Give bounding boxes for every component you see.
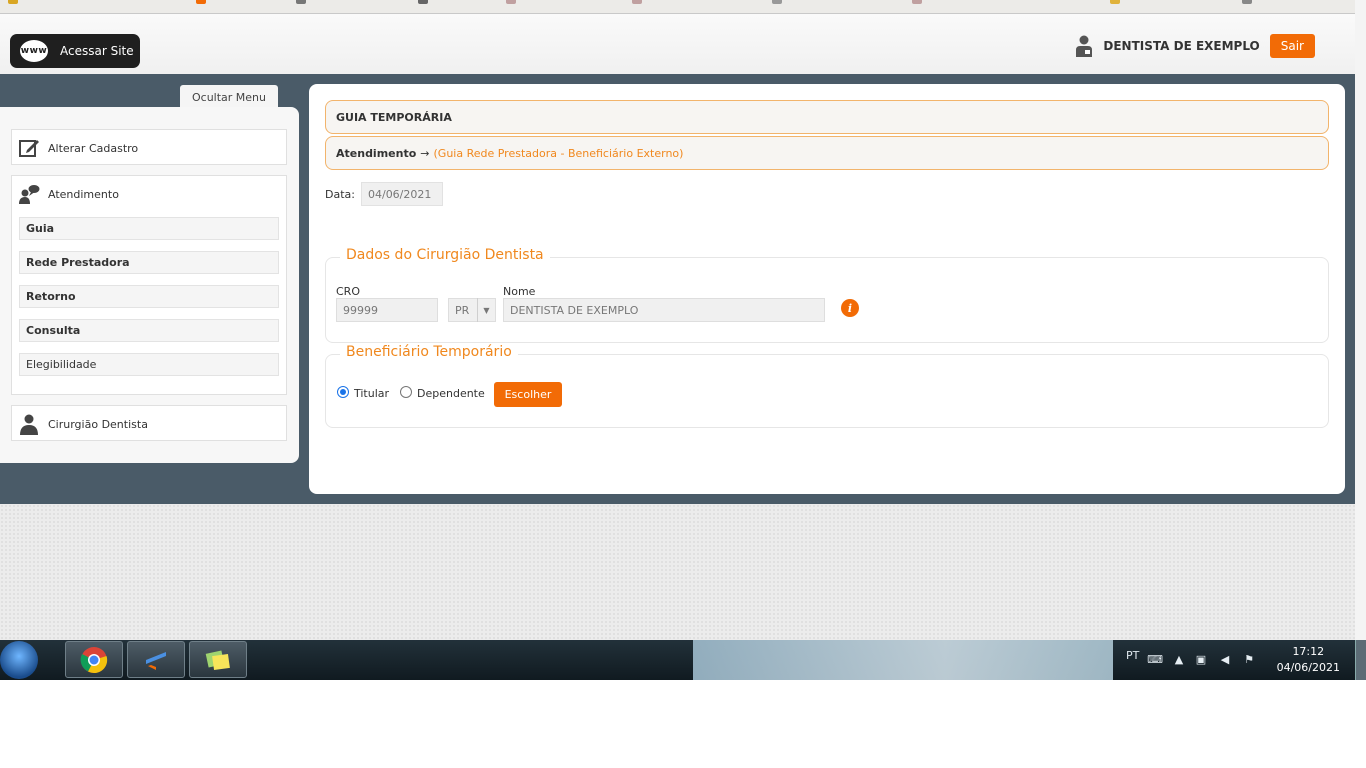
user-icon <box>1076 35 1093 57</box>
bookmark-icon[interactable] <box>632 0 642 4</box>
sidebar-subitem-return[interactable]: Retorno <box>19 285 279 308</box>
section-legend: Dados do Cirurgião Dentista <box>340 247 550 263</box>
date-row: Data: 04/06/2021 <box>325 182 443 206</box>
user-name: DENTISTA DE EXEMPLO <box>1103 39 1260 53</box>
bookmark-icon[interactable] <box>1110 0 1120 4</box>
info-icon[interactable]: i <box>841 299 859 317</box>
chrome-icon <box>80 646 108 673</box>
sidebar-item-label: Cirurgião Dentista <box>48 417 148 431</box>
keyboard-icon[interactable]: ⌨ <box>1147 652 1163 666</box>
bookmark-icon[interactable] <box>506 0 516 4</box>
page-title-bar: GUIA TEMPORÁRIA <box>325 100 1329 134</box>
bookmark-icon[interactable] <box>418 0 428 4</box>
date-label: Data: <box>325 187 355 201</box>
sidebar-subitem-network[interactable]: Rede Prestadora <box>19 251 279 274</box>
bookmark-icon[interactable] <box>912 0 922 4</box>
scrollbar[interactable] <box>1355 0 1366 680</box>
choose-button[interactable]: Escolher <box>494 382 562 407</box>
sidebar-item-dentist[interactable]: Cirurgião Dentista <box>11 405 287 441</box>
breadcrumb: Atendimento → (Guia Rede Prestadora - Be… <box>325 136 1329 170</box>
action-center-icon[interactable]: ⚑ <box>1242 652 1256 666</box>
state-select[interactable]: PR ▼ <box>448 298 496 322</box>
start-button[interactable] <box>0 641 38 679</box>
dentist-data-section: Dados do Cirurgião Dentista CRO 99999 PR… <box>325 247 1329 343</box>
taskbar-background-preview <box>693 640 1113 680</box>
access-site-button[interactable]: www Acessar Site <box>10 34 140 68</box>
state-value: PR <box>455 303 470 317</box>
cro-input[interactable]: 99999 <box>336 298 438 322</box>
holder-radio[interactable] <box>337 386 349 398</box>
bookmark-icon[interactable] <box>772 0 782 4</box>
edit-icon <box>19 140 39 157</box>
taskbar-notes[interactable] <box>189 641 247 678</box>
language-indicator[interactable]: PT <box>1126 649 1139 662</box>
sidebar-subitem-eligibility[interactable]: Elegibilidade <box>19 353 279 376</box>
show-desktop-button[interactable] <box>1355 640 1366 680</box>
sticky-notes-icon <box>205 649 230 670</box>
section-legend: Beneficiário Temporário <box>340 344 518 360</box>
bookmark-icon[interactable] <box>1242 0 1252 4</box>
clock-time: 17:12 <box>1292 645 1325 658</box>
code-editor-icon <box>146 651 166 670</box>
clock-date: 04/06/2021 <box>1276 661 1340 674</box>
main-panel: GUIA TEMPORÁRIA Atendimento → (Guia Rede… <box>309 84 1345 494</box>
hide-menu-tab[interactable]: Ocultar Menu <box>180 85 278 109</box>
dependent-radio[interactable] <box>400 386 412 398</box>
system-tray: PT ⌨ ▲ ▣ ◀ ⚑ 17:12 04/06/2021 <box>1106 640 1366 680</box>
globe-icon: www <box>20 40 48 62</box>
name-label: Nome <box>503 285 536 298</box>
sidebar-subitem-consultation[interactable]: Consulta <box>19 319 279 342</box>
sidebar-item-label: Alterar Cadastro <box>48 141 139 155</box>
cro-label: CRO <box>336 285 360 298</box>
beneficiary-section: Beneficiário Temporário Titular Dependen… <box>325 344 1329 428</box>
holder-label[interactable]: Titular <box>354 387 389 400</box>
name-input[interactable]: DENTISTA DE EXEMPLO <box>503 298 825 322</box>
logout-button[interactable]: Sair <box>1269 34 1315 58</box>
arrow-right-icon: → <box>420 146 430 160</box>
dependent-label[interactable]: Dependente <box>417 387 485 400</box>
sidebar: Alterar Cadastro Atendimento Guia Rede P… <box>0 107 299 463</box>
volume-icon[interactable]: ◀ <box>1218 652 1232 666</box>
bookmark-icon[interactable] <box>296 0 306 4</box>
page-footer-pattern <box>0 504 1355 640</box>
breadcrumb-detail: (Guia Rede Prestadora - Beneficiário Ext… <box>433 146 684 160</box>
bookmark-icon[interactable] <box>196 0 206 4</box>
network-icon[interactable]: ▣ <box>1194 652 1208 666</box>
chevron-up-icon[interactable]: ▲ <box>1172 652 1186 666</box>
user-area: DENTISTA DE EXEMPLO Sair <box>1075 34 1315 58</box>
taskbar-chrome[interactable] <box>65 641 123 678</box>
top-header: www Acessar Site DENTISTA DE EXEMPLO Sai… <box>0 14 1355 74</box>
bookmark-icon[interactable] <box>8 0 18 4</box>
clock[interactable]: 17:12 04/06/2021 <box>1277 644 1340 676</box>
page-title: GUIA TEMPORÁRIA <box>336 110 452 124</box>
chevron-down-icon[interactable]: ▼ <box>477 298 495 322</box>
date-field[interactable]: 04/06/2021 <box>360 182 443 206</box>
sidebar-item-edit-profile[interactable]: Alterar Cadastro <box>11 129 287 165</box>
access-site-label: Acessar Site <box>60 44 134 58</box>
chat-user-icon <box>19 185 40 204</box>
taskbar-sublime[interactable] <box>127 641 185 678</box>
os-taskbar: PT ⌨ ▲ ▣ ◀ ⚑ 17:12 04/06/2021 <box>0 640 1366 680</box>
breadcrumb-root: Atendimento <box>336 146 417 160</box>
bookmarks-bar <box>0 0 1355 14</box>
sidebar-item-service[interactable]: Atendimento <box>12 176 286 212</box>
sidebar-group-service: Atendimento Guia Rede Prestadora Retorno… <box>11 175 287 395</box>
sidebar-subitem-guide[interactable]: Guia <box>19 217 279 240</box>
sidebar-item-label: Atendimento <box>48 187 119 201</box>
person-icon <box>20 414 38 435</box>
